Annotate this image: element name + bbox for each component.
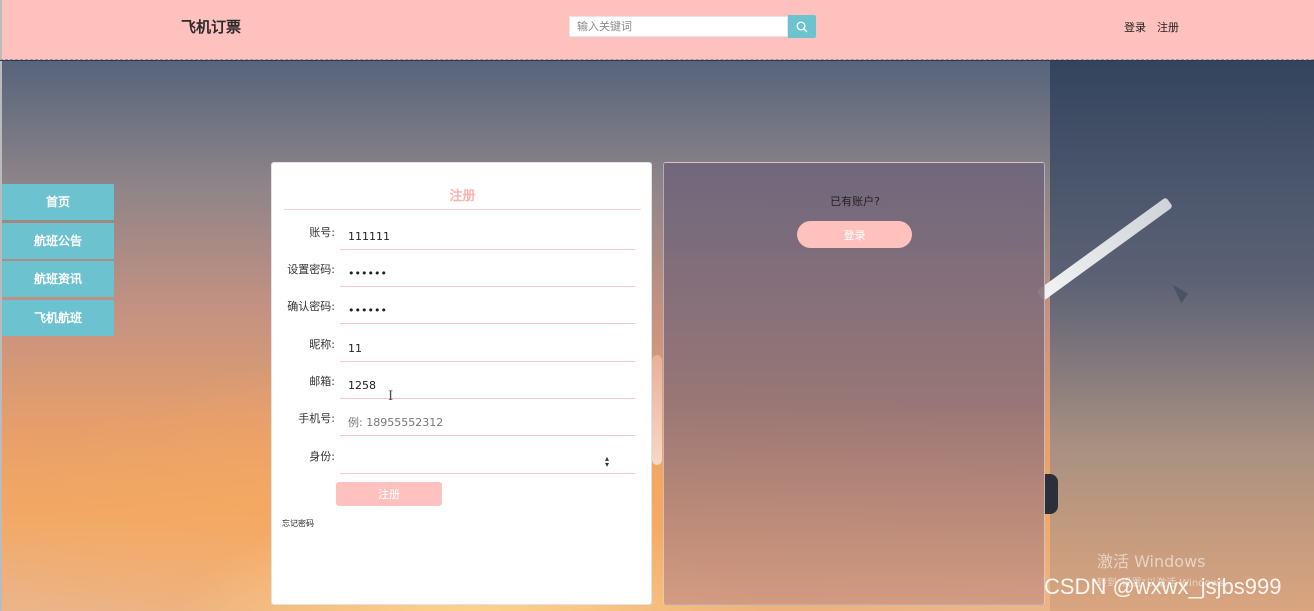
search-icon [796, 21, 808, 32]
forgot-password-link[interactable]: 忘记密码 [282, 518, 314, 529]
password-input[interactable] [340, 261, 635, 287]
role-select[interactable]: ▴ ▾ [340, 448, 635, 474]
header-register-link[interactable]: 注册 [1157, 19, 1179, 35]
sidebar-item-flight-news[interactable]: 航班资讯 [2, 261, 114, 297]
nickname-input[interactable] [340, 336, 635, 362]
confirm-password-label: 确认密码: [287, 300, 335, 313]
csdn-watermark: CSDN @wxwx_jsjbs999 [1044, 574, 1282, 599]
account-label: 账号: [309, 226, 335, 239]
title-divider [284, 209, 641, 210]
email-label: 邮箱: [309, 375, 335, 388]
search-input[interactable] [569, 16, 788, 37]
register-card: 注册 账号: 设置密码: 确认密码: 昵称: 邮箱: 手机号: 身份: ▴▾ 注… [271, 162, 652, 605]
confirm-password-row: 确认密码: [272, 296, 653, 333]
role-label: 身份: [309, 450, 335, 463]
nickname-row: 昵称: [272, 334, 653, 371]
register-submit-button[interactable]: 注册 [336, 482, 442, 506]
windows-activation-title: 激活 Windows [1097, 552, 1206, 571]
email-input[interactable] [340, 373, 635, 399]
select-arrows-icon: ▴ ▾ [604, 454, 609, 469]
account-input[interactable] [340, 224, 635, 250]
sidebar-item-flights[interactable]: 飞机航班 [2, 299, 114, 336]
search-button[interactable] [788, 15, 816, 38]
confirm-password-input[interactable] [340, 298, 635, 324]
account-row: 账号: [272, 222, 653, 259]
site-brand[interactable]: 飞机订票 [181, 16, 241, 37]
password-label: 设置密码: [287, 263, 335, 276]
sidebar-item-flight-notices[interactable]: 航班公告 [2, 222, 114, 259]
nickname-label: 昵称: [309, 338, 335, 351]
phone-label: 手机号: [298, 412, 335, 425]
airplane-tail-image [652, 355, 662, 465]
airplane-engine-image [1044, 474, 1058, 514]
top-header: 飞机订票 登录 注册 [0, 0, 1314, 60]
sky-backdrop [1050, 61, 1314, 611]
login-button[interactable]: 登录 [797, 221, 912, 248]
register-title: 注册 [449, 189, 476, 204]
login-panel: 已有账户? 登录 [663, 162, 1045, 605]
phone-row: 手机号: [272, 408, 653, 445]
role-row: 身份: ▴ ▾ [272, 446, 653, 483]
password-row: 设置密码: [272, 259, 653, 296]
header-login-link[interactable]: 登录 [1124, 19, 1146, 35]
sidebar-nav: 首页 航班公告 航班资讯 飞机航班 [2, 184, 114, 338]
text-cursor-icon: I [388, 389, 394, 404]
phone-input[interactable] [340, 410, 635, 436]
sidebar-item-home[interactable]: 首页 [2, 184, 114, 220]
email-row: 邮箱: [272, 371, 653, 408]
have-account-prompt: 已有账户? [830, 195, 880, 208]
